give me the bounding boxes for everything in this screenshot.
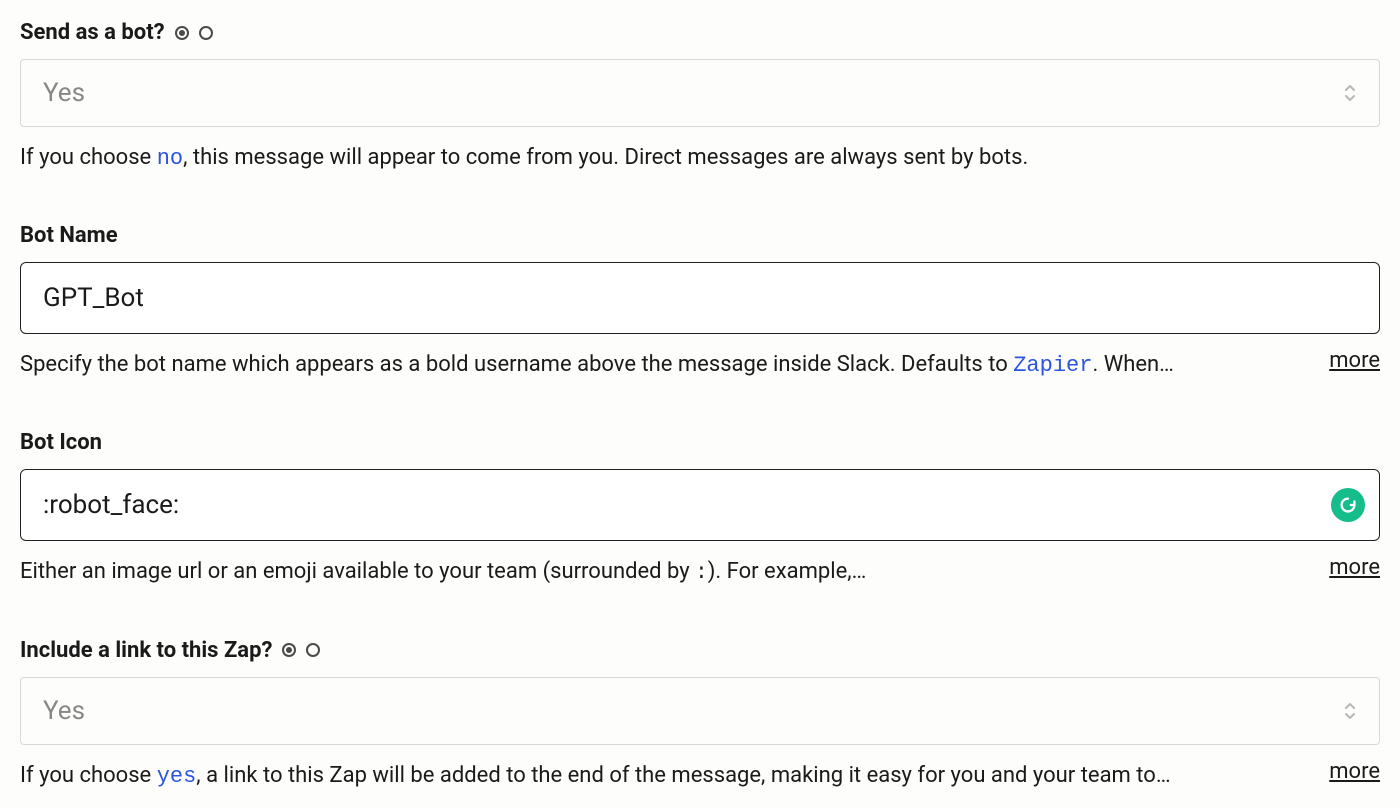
include-link-help-row: If you choose yes, a link to this Zap wi… [20,759,1380,793]
bot-name-help-row: Specify the bot name which appears as a … [20,348,1380,382]
help-code-yes: yes [157,764,197,789]
bot-icon-help-text: Either an image url or an emoji availabl… [20,555,1299,590]
bot-icon-input-wrapper[interactable] [20,469,1380,541]
send-as-bot-dropdown-value: Yes [43,78,85,108]
bot-icon-help-row: Either an image url or an emoji availabl… [20,555,1380,590]
help-text-post: ). For example,… [708,559,867,584]
include-link-radio-dynamic[interactable] [282,643,296,657]
updown-caret-icon [1343,701,1357,721]
help-code-no: no [157,146,183,171]
help-code-zapier: Zapier [1013,353,1092,378]
include-link-help-text: If you choose yes, a link to this Zap wi… [20,759,1299,793]
bot-icon-label: Bot Icon [20,430,102,455]
send-as-bot-label-row: Send as a bot? [20,20,213,45]
bot-name-more-link[interactable]: more [1329,348,1380,373]
help-text-pre: If you choose [20,763,157,788]
help-text-pre: Specify the bot name which appears as a … [20,352,1013,377]
include-link-radio-static[interactable] [306,643,320,657]
bot-name-field: Bot Name Specify the bot name which appe… [20,223,1380,382]
include-link-label: Include a link to this Zap? [20,638,272,663]
bot-name-input-wrapper[interactable] [20,262,1380,334]
bot-name-input[interactable] [43,283,1357,313]
help-text-pre: If you choose [20,145,157,170]
include-link-label-row: Include a link to this Zap? [20,638,320,663]
help-text-post: . When… [1092,352,1173,377]
updown-caret-icon [1343,83,1357,103]
help-text-pre: Either an image url or an emoji availabl… [20,559,695,584]
include-link-dropdown-value: Yes [43,696,85,726]
send-as-bot-radio-dynamic[interactable] [175,26,189,40]
send-as-bot-help-text: If you choose no, this message will appe… [20,141,1380,175]
include-link-more-link[interactable]: more [1329,759,1380,784]
help-code-colon: : [695,562,708,585]
include-link-dropdown[interactable]: Yes [20,677,1380,745]
send-as-bot-radio-static[interactable] [199,26,213,40]
bot-icon-input[interactable] [43,490,1357,520]
grammarly-icon[interactable] [1331,488,1365,522]
include-link-radio-group [282,643,320,657]
send-as-bot-label: Send as a bot? [20,20,165,45]
bot-icon-field: Bot Icon Either an image url or an emoji… [20,430,1380,590]
send-as-bot-dropdown[interactable]: Yes [20,59,1380,127]
send-as-bot-field: Send as a bot? Yes If you choose no, thi… [20,20,1380,175]
bot-name-help-text: Specify the bot name which appears as a … [20,348,1299,382]
send-as-bot-help-row: If you choose no, this message will appe… [20,141,1380,175]
help-text-post: , this message will appear to come from … [183,145,1028,170]
bot-icon-more-link[interactable]: more [1329,555,1380,580]
send-as-bot-radio-group [175,26,213,40]
help-text-post: , a link to this Zap will be added to th… [196,763,1170,788]
bot-name-label: Bot Name [20,223,118,248]
include-link-field: Include a link to this Zap? Yes If you c… [20,638,1380,793]
